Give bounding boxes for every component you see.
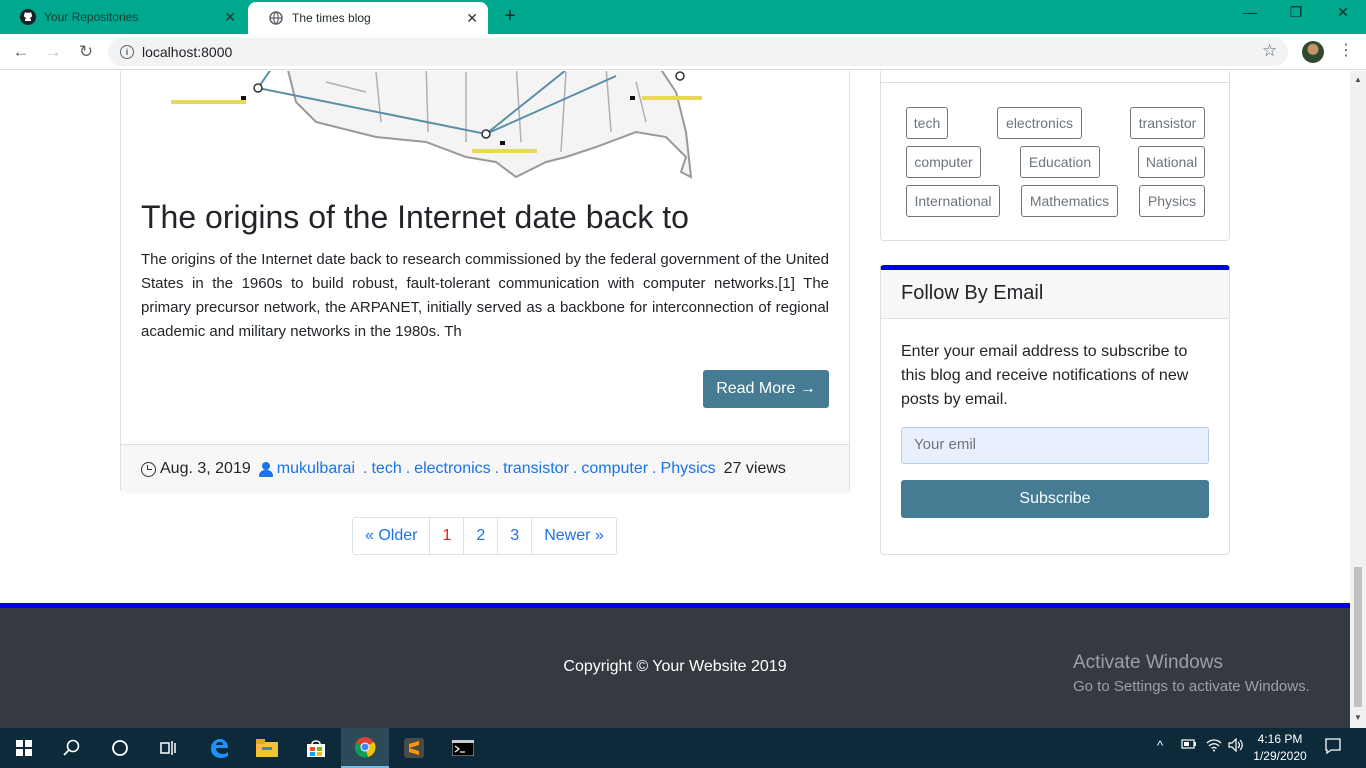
scroll-up-icon[interactable]: ▲	[1354, 75, 1362, 84]
watermark-subtitle: Go to Settings to activate Windows.	[1073, 678, 1310, 695]
pagination: « Older 1 2 3 Newer »	[352, 517, 617, 555]
post-date: Aug. 3, 2019	[160, 460, 251, 477]
tag-button[interactable]: electronics	[997, 107, 1082, 139]
task-view-icon[interactable]	[144, 728, 192, 768]
page-scrollbar[interactable]: ▲ ▼	[1350, 71, 1366, 728]
separator: .	[405, 460, 411, 477]
separator: .	[363, 460, 368, 477]
post-image	[166, 71, 736, 182]
info-icon[interactable]: i	[120, 45, 134, 59]
post-tag-link[interactable]: Physics	[661, 460, 716, 478]
tab-strip: Your Repositories ✕ The times blog ✕ + —…	[0, 0, 1366, 34]
widget-title: Follow By Email	[881, 270, 1229, 319]
separator: .	[652, 460, 657, 477]
page-link-2[interactable]: 2	[464, 518, 499, 554]
author-link[interactable]: mukulbarai	[277, 460, 355, 478]
new-tab-button[interactable]: +	[499, 5, 521, 27]
post-title[interactable]: The origins of the Internet date back to	[141, 199, 689, 236]
tag-button[interactable]: tech	[906, 107, 948, 139]
wifi-icon[interactable]	[1206, 738, 1222, 755]
cortana-icon[interactable]	[96, 728, 144, 768]
separator: .	[572, 460, 578, 477]
browser-toolbar: ← → ↻ i localhost:8000 ☆ ⋮	[0, 34, 1366, 70]
post-meta: Aug. 3, 2019 mukulbarai . tech . electro…	[121, 444, 849, 493]
notifications-icon[interactable]	[1324, 737, 1342, 758]
store-icon[interactable]	[292, 728, 340, 768]
post-tag-link[interactable]: transistor	[503, 460, 569, 478]
follow-by-email-widget: Follow By Email Enter your email address…	[880, 265, 1230, 555]
post-tag-link[interactable]: tech	[371, 460, 401, 478]
post-excerpt: The origins of the Internet date back to…	[141, 251, 829, 340]
windows-start-icon[interactable]	[0, 728, 48, 768]
tag-button[interactable]: International	[906, 185, 1000, 217]
tag-button[interactable]: transistor	[1130, 107, 1205, 139]
close-tab-icon[interactable]: ✕	[224, 9, 236, 26]
bookmark-star-icon[interactable]: ☆	[1262, 41, 1277, 61]
tag-button[interactable]: National	[1138, 146, 1205, 178]
search-icon[interactable]	[48, 728, 96, 768]
globe-icon	[268, 10, 284, 26]
close-window-icon[interactable]: ✕	[1320, 4, 1366, 21]
user-icon	[258, 461, 273, 477]
scroll-down-icon[interactable]: ▼	[1354, 713, 1362, 722]
show-hidden-icons[interactable]: ^	[1157, 738, 1163, 753]
clock-icon	[141, 461, 156, 477]
tag-button[interactable]: Education	[1020, 146, 1100, 178]
post-tag-link[interactable]: electronics	[414, 460, 490, 478]
chrome-icon[interactable]	[341, 728, 389, 768]
volume-icon[interactable]	[1228, 737, 1244, 755]
battery-icon[interactable]	[1181, 738, 1197, 753]
divider	[881, 82, 1229, 83]
subscribe-button[interactable]: Subscribe	[901, 480, 1209, 518]
tab-the-times-blog[interactable]: The times blog ✕	[248, 2, 488, 34]
post-tag-link[interactable]: computer	[581, 460, 648, 478]
view-count: 27 views	[723, 460, 786, 477]
post-card: The origins of the Internet date back to…	[120, 71, 850, 493]
older-page-link[interactable]: « Older	[353, 518, 431, 554]
minimize-icon[interactable]: —	[1227, 4, 1273, 20]
clock-time: 4:16 PM	[1257, 732, 1303, 746]
activate-windows-watermark: Activate Windows Go to Settings to activ…	[1073, 652, 1310, 695]
file-explorer-icon[interactable]	[243, 728, 291, 768]
tag-button[interactable]: Physics	[1139, 185, 1205, 217]
windows-taskbar: ^ 4:16 PM 1/29/2020	[0, 728, 1366, 768]
page-viewport: The origins of the Internet date back to…	[0, 71, 1350, 728]
url-text: localhost:8000	[142, 44, 233, 60]
page-link-1[interactable]: 1	[430, 518, 465, 554]
read-more-button[interactable]: Read More →	[703, 370, 829, 408]
widget-description: Enter your email address to subscribe to…	[901, 343, 1189, 408]
clock-date: 1/29/2020	[1253, 749, 1307, 763]
sublime-text-icon[interactable]	[390, 728, 438, 768]
newer-page-link[interactable]: Newer »	[532, 518, 616, 554]
profile-avatar[interactable]	[1302, 41, 1324, 63]
tags-widget: tech electronics transistor computer Edu…	[880, 71, 1230, 241]
tab-your-repositories[interactable]: Your Repositories ✕	[0, 0, 246, 34]
tab-title: The times blog	[292, 11, 371, 25]
close-tab-icon[interactable]: ✕	[466, 10, 478, 27]
forward-icon[interactable]: →	[42, 41, 64, 63]
tag-button[interactable]: Mathematics	[1021, 185, 1118, 217]
back-icon[interactable]: ←	[10, 41, 32, 63]
page-link-3[interactable]: 3	[498, 518, 533, 554]
github-icon	[20, 9, 36, 25]
scrollbar-thumb[interactable]	[1354, 567, 1362, 707]
menu-kebab-icon[interactable]: ⋮	[1338, 40, 1354, 60]
edge-icon[interactable]	[195, 728, 243, 768]
watermark-title: Activate Windows	[1073, 652, 1223, 673]
address-bar[interactable]: i localhost:8000	[108, 38, 1288, 66]
tag-button[interactable]: computer	[906, 146, 981, 178]
taskbar-clock[interactable]: 4:16 PM 1/29/2020	[1248, 731, 1312, 765]
tab-title: Your Repositories	[44, 10, 139, 24]
separator: .	[494, 460, 500, 477]
restore-icon[interactable]: ❐	[1273, 4, 1319, 21]
reload-icon[interactable]: ↻	[75, 41, 97, 63]
terminal-icon[interactable]	[439, 728, 487, 768]
email-field[interactable]: Your emil	[901, 427, 1209, 464]
